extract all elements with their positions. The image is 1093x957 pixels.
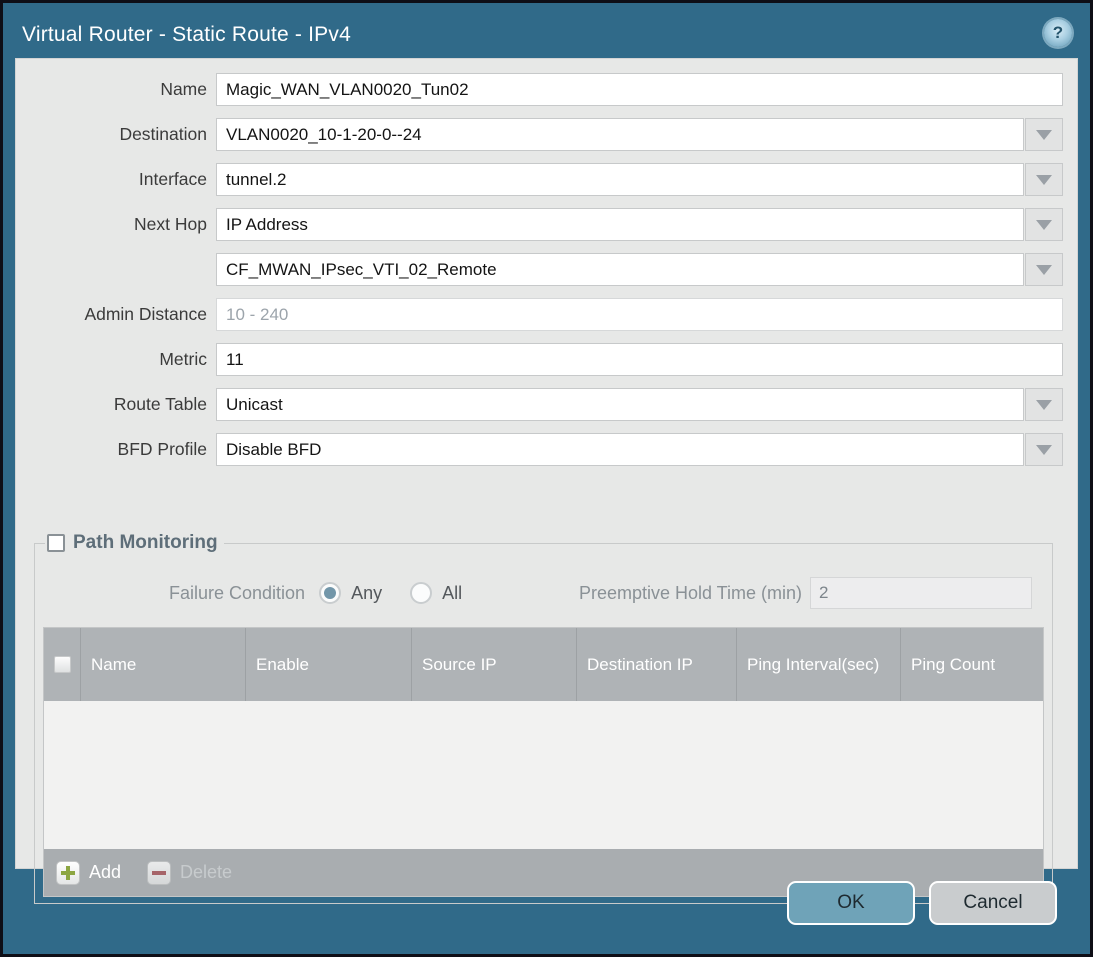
ok-button[interactable]: OK bbox=[787, 881, 915, 925]
delete-button-label: Delete bbox=[180, 862, 232, 883]
admin-distance-label: Admin Distance bbox=[16, 304, 216, 325]
table-body-empty bbox=[44, 701, 1043, 849]
column-header-name[interactable]: Name bbox=[80, 628, 245, 701]
column-header-destination-ip[interactable]: Destination IP bbox=[576, 628, 736, 701]
form-row-interface: Interface bbox=[16, 163, 1063, 196]
static-route-dialog: Virtual Router - Static Route - IPv4 ? N… bbox=[0, 0, 1093, 957]
metric-label: Metric bbox=[16, 349, 216, 370]
help-icon[interactable]: ? bbox=[1044, 19, 1072, 47]
name-label: Name bbox=[16, 79, 216, 100]
column-header-source-ip[interactable]: Source IP bbox=[411, 628, 576, 701]
column-header-ping-count[interactable]: Ping Count bbox=[900, 628, 1043, 701]
metric-input[interactable] bbox=[216, 343, 1063, 376]
destination-dropdown-button[interactable] bbox=[1025, 118, 1063, 151]
column-header-ping-interval[interactable]: Ping Interval(sec) bbox=[736, 628, 900, 701]
preemptive-hold-time-label: Preemptive Hold Time (min) bbox=[579, 583, 802, 604]
next-hop-address-input[interactable] bbox=[216, 253, 1024, 286]
interface-input[interactable] bbox=[216, 163, 1024, 196]
bfd-profile-input[interactable] bbox=[216, 433, 1024, 466]
form-row-next-hop-address bbox=[16, 253, 1063, 286]
dialog-title: Virtual Router - Static Route - IPv4 bbox=[22, 23, 351, 47]
radio-icon bbox=[410, 582, 432, 604]
next-hop-address-dropdown-button[interactable] bbox=[1025, 253, 1063, 286]
next-hop-type-dropdown-button[interactable] bbox=[1025, 208, 1063, 241]
failure-condition-radio-all[interactable]: All bbox=[410, 582, 462, 604]
radio-icon bbox=[319, 582, 341, 604]
dialog-footer: OK Cancel bbox=[787, 881, 1057, 925]
radio-all-label: All bbox=[442, 583, 462, 604]
path-monitoring-table: Name Enable Source IP Destination IP Pin… bbox=[43, 627, 1044, 897]
form-row-route-table: Route Table bbox=[16, 388, 1063, 421]
admin-distance-input[interactable] bbox=[216, 298, 1063, 331]
delete-button[interactable]: Delete bbox=[147, 861, 232, 885]
add-button[interactable]: Add bbox=[56, 861, 121, 885]
minus-icon bbox=[147, 861, 171, 885]
path-monitoring-section: Path Monitoring Failure Condition Any Al… bbox=[34, 532, 1053, 904]
failure-condition-row: Failure Condition Any All Preemptive Hol… bbox=[43, 576, 1044, 610]
plus-icon bbox=[56, 861, 80, 885]
add-button-label: Add bbox=[89, 862, 121, 883]
name-input[interactable] bbox=[216, 73, 1063, 106]
cancel-button[interactable]: Cancel bbox=[929, 881, 1057, 925]
preemptive-hold-time-input[interactable] bbox=[810, 577, 1032, 609]
failure-condition-radio-any[interactable]: Any bbox=[319, 582, 382, 604]
chevron-down-icon bbox=[1036, 400, 1052, 410]
route-table-label: Route Table bbox=[16, 394, 216, 415]
content-panel: Name Destination Interface bbox=[15, 58, 1078, 869]
destination-input[interactable] bbox=[216, 118, 1024, 151]
path-monitoring-legend: Path Monitoring bbox=[45, 532, 224, 554]
path-monitoring-checkbox[interactable] bbox=[47, 534, 65, 552]
form-row-metric: Metric bbox=[16, 343, 1063, 376]
route-table-dropdown-button[interactable] bbox=[1025, 388, 1063, 421]
failure-condition-label: Failure Condition bbox=[169, 583, 305, 604]
form-row-destination: Destination bbox=[16, 118, 1063, 151]
column-header-enable[interactable]: Enable bbox=[245, 628, 411, 701]
destination-label: Destination bbox=[16, 124, 216, 145]
form-row-bfd-profile: BFD Profile bbox=[16, 433, 1063, 466]
chevron-down-icon bbox=[1036, 220, 1052, 230]
radio-any-label: Any bbox=[351, 583, 382, 604]
form-row-name: Name bbox=[16, 73, 1063, 106]
form-row-next-hop: Next Hop bbox=[16, 208, 1063, 241]
select-all-cell bbox=[44, 628, 80, 701]
form-row-admin-distance: Admin Distance bbox=[16, 298, 1063, 331]
bfd-profile-dropdown-button[interactable] bbox=[1025, 433, 1063, 466]
next-hop-label: Next Hop bbox=[16, 214, 216, 235]
bfd-profile-label: BFD Profile bbox=[16, 439, 216, 460]
titlebar: Virtual Router - Static Route - IPv4 ? bbox=[3, 3, 1090, 58]
path-monitoring-title: Path Monitoring bbox=[73, 532, 218, 554]
chevron-down-icon bbox=[1036, 175, 1052, 185]
chevron-down-icon bbox=[1036, 130, 1052, 140]
next-hop-type-input[interactable] bbox=[216, 208, 1024, 241]
select-all-checkbox[interactable] bbox=[54, 656, 71, 673]
chevron-down-icon bbox=[1036, 265, 1052, 275]
interface-dropdown-button[interactable] bbox=[1025, 163, 1063, 196]
table-header-row: Name Enable Source IP Destination IP Pin… bbox=[44, 628, 1043, 701]
chevron-down-icon bbox=[1036, 445, 1052, 455]
route-table-input[interactable] bbox=[216, 388, 1024, 421]
interface-label: Interface bbox=[16, 169, 216, 190]
